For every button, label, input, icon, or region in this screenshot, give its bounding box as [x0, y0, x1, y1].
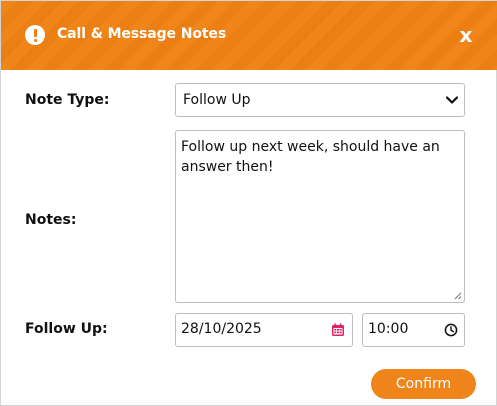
follow-up-date-input[interactable]: 28/10/2025	[175, 313, 353, 347]
confirm-button[interactable]: Confirm	[371, 369, 476, 399]
notes-label: Notes:	[25, 212, 77, 228]
dialog-title: Call & Message Notes	[57, 26, 227, 42]
close-button[interactable]: x	[456, 24, 476, 46]
resize-grip-icon[interactable]	[454, 292, 462, 300]
chevron-down-icon	[445, 96, 459, 104]
notes-textarea[interactable]: Follow up next week, should have an answ…	[175, 130, 465, 303]
notes-dialog: Call & Message Notes x Note Type: Follow…	[0, 0, 497, 406]
follow-up-time-value: 10:00	[368, 321, 409, 337]
dialog-header: Call & Message Notes x	[1, 1, 497, 70]
note-type-value: Follow Up	[183, 92, 251, 108]
clock-icon[interactable]	[444, 323, 458, 337]
follow-up-time-input[interactable]: 10:00	[362, 313, 465, 347]
note-type-label: Note Type:	[25, 92, 110, 108]
calendar-icon[interactable]	[331, 323, 345, 337]
alert-icon	[25, 25, 45, 45]
note-type-select[interactable]: Follow Up	[175, 83, 465, 117]
follow-up-label: Follow Up:	[25, 321, 108, 337]
notes-text: Follow up next week, should have an answ…	[181, 139, 440, 175]
follow-up-date-value: 28/10/2025	[181, 321, 262, 337]
